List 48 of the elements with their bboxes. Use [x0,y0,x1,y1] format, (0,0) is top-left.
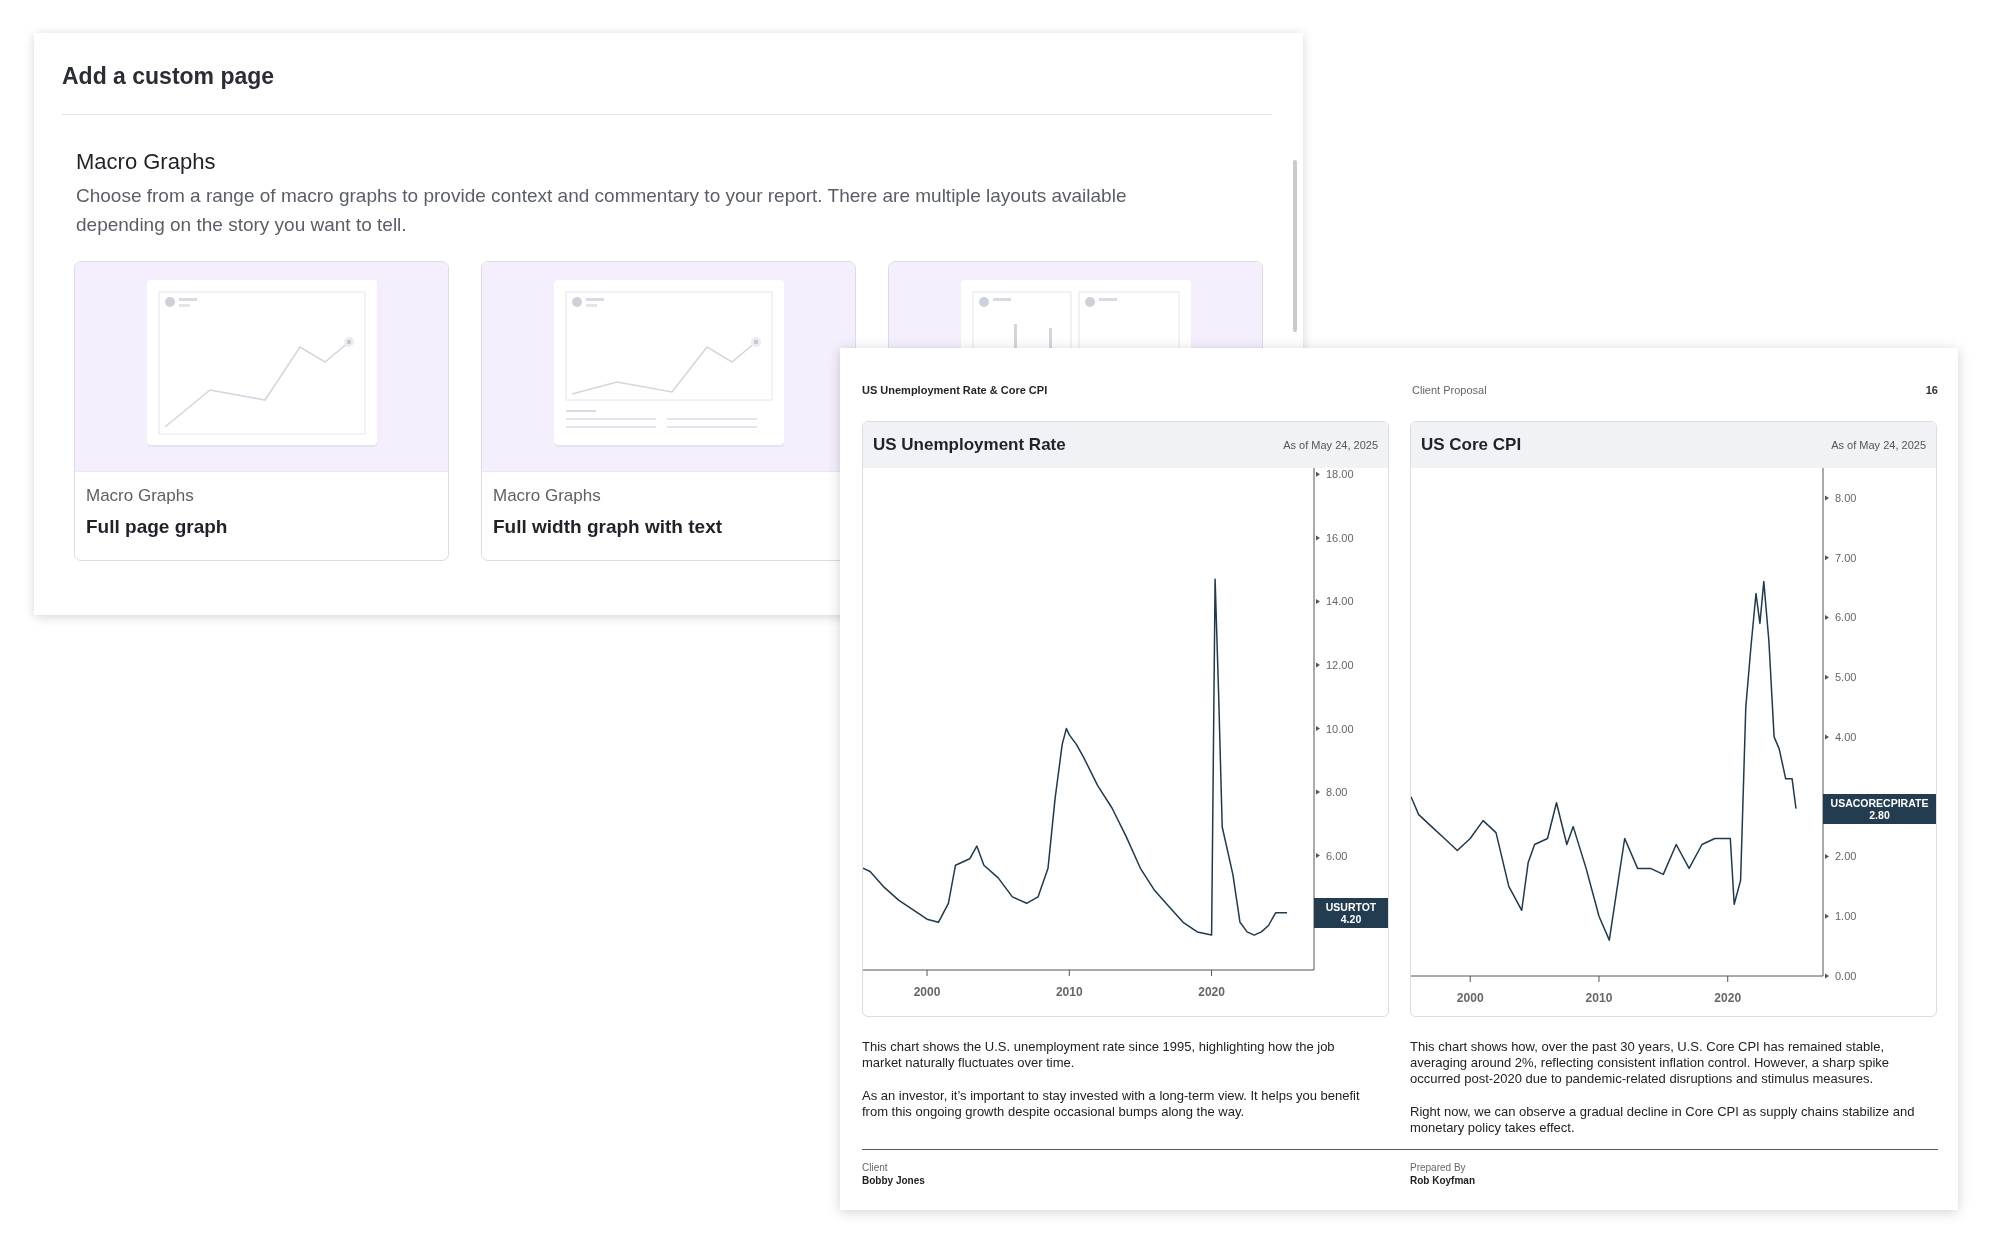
axis-label: 4.00 [1835,730,1857,743]
commentary-paragraph: Right now, we can observe a gradual decline in Core CPI as supply chains stabilize and monetary policy takes effect. [1410,1104,1916,1136]
axis-label: 8.00 [1835,491,1857,504]
axis-label: 10.00 [1326,722,1354,735]
axis-label: 7.00 [1835,551,1857,564]
section-description: Choose from a range of macro graphs to provide context and commentary to your report. There are multiple layouts available depending on the story you want to tell. [76,184,1128,237]
axis-label: 1.00 [1835,910,1857,923]
footer-value: Bobby Jones [862,1175,926,1186]
axis-label: 12.00 [1326,659,1354,671]
axis-label: 14.00 [1326,595,1354,608]
axis-label: 2020 [1714,991,1742,1005]
page-number: 16 [1925,384,1938,396]
series-badge: USURTOT 4.20 [1314,897,1388,928]
chart-title: US Core CPI [1421,435,1522,455]
axis-label: 2020 [1198,985,1225,999]
layout-card[interactable]: Macro Graphs Full width graph with text [481,261,856,561]
chart-title: US Unemployment Rate [873,435,1066,455]
document-name: Client Proposal [1412,384,1488,396]
axis-label: 2010 [1585,991,1613,1005]
series-badge: USACORECPIRATE 2.80 [1823,793,1936,824]
axis-label: 18.00 [1326,468,1354,481]
commentary-paragraph: As an investor, it’s important to stay invested with a long-term view. It helps you benefit from this ongoing growth despite occasional bumps along the way. [862,1088,1361,1120]
axis-label: 16.00 [1326,531,1354,544]
footer-value: Rob Koyfman [1410,1175,1476,1186]
card-category: Macro Graphs [86,486,195,506]
as-of-date: As of May 24, 2025 [1283,439,1378,451]
axis-label: 2000 [1456,991,1484,1005]
scrollbar[interactable] [1293,160,1297,332]
card-title: Full width graph with text [493,516,724,538]
axis-label: 8.00 [1326,786,1348,799]
axis-label: 2.00 [1835,850,1857,863]
footer-label: Prepared By [1410,1162,1467,1173]
card-category: Macro Graphs [493,486,602,506]
axis-label: 2000 [913,985,941,999]
axis-label: 0.00 [1835,970,1857,982]
commentary-paragraph: This chart shows how, over the past 30 years, U.S. Core CPI has remained stable, averaging around 2%, reflecting consistent inflation control. However, a sharp spike occurred post-2020 due to pandemic-related disruptions and stimulus measures. [1410,1039,1891,1087]
axis-label: 5.00 [1835,671,1857,684]
footer-label: Client [862,1162,889,1173]
card-title: Full page graph [86,516,229,538]
dialog-title: Add a custom page [62,63,276,90]
axis-label: 2010 [1055,985,1083,999]
report-title: US Unemployment Rate & Core CPI [862,384,1049,396]
axis-label: 6.00 [1835,611,1857,624]
commentary-paragraph: This chart shows the U.S. unemployment rate since 1995, highlighting how the job market naturally fluctuates over time. [862,1039,1336,1071]
layout-card[interactable]: Macro Graphs Full page graph [74,261,449,561]
as-of-date: As of May 24, 2025 [1831,439,1926,451]
axis-label: 6.00 [1326,849,1348,862]
section-heading: Macro Graphs [76,149,217,175]
